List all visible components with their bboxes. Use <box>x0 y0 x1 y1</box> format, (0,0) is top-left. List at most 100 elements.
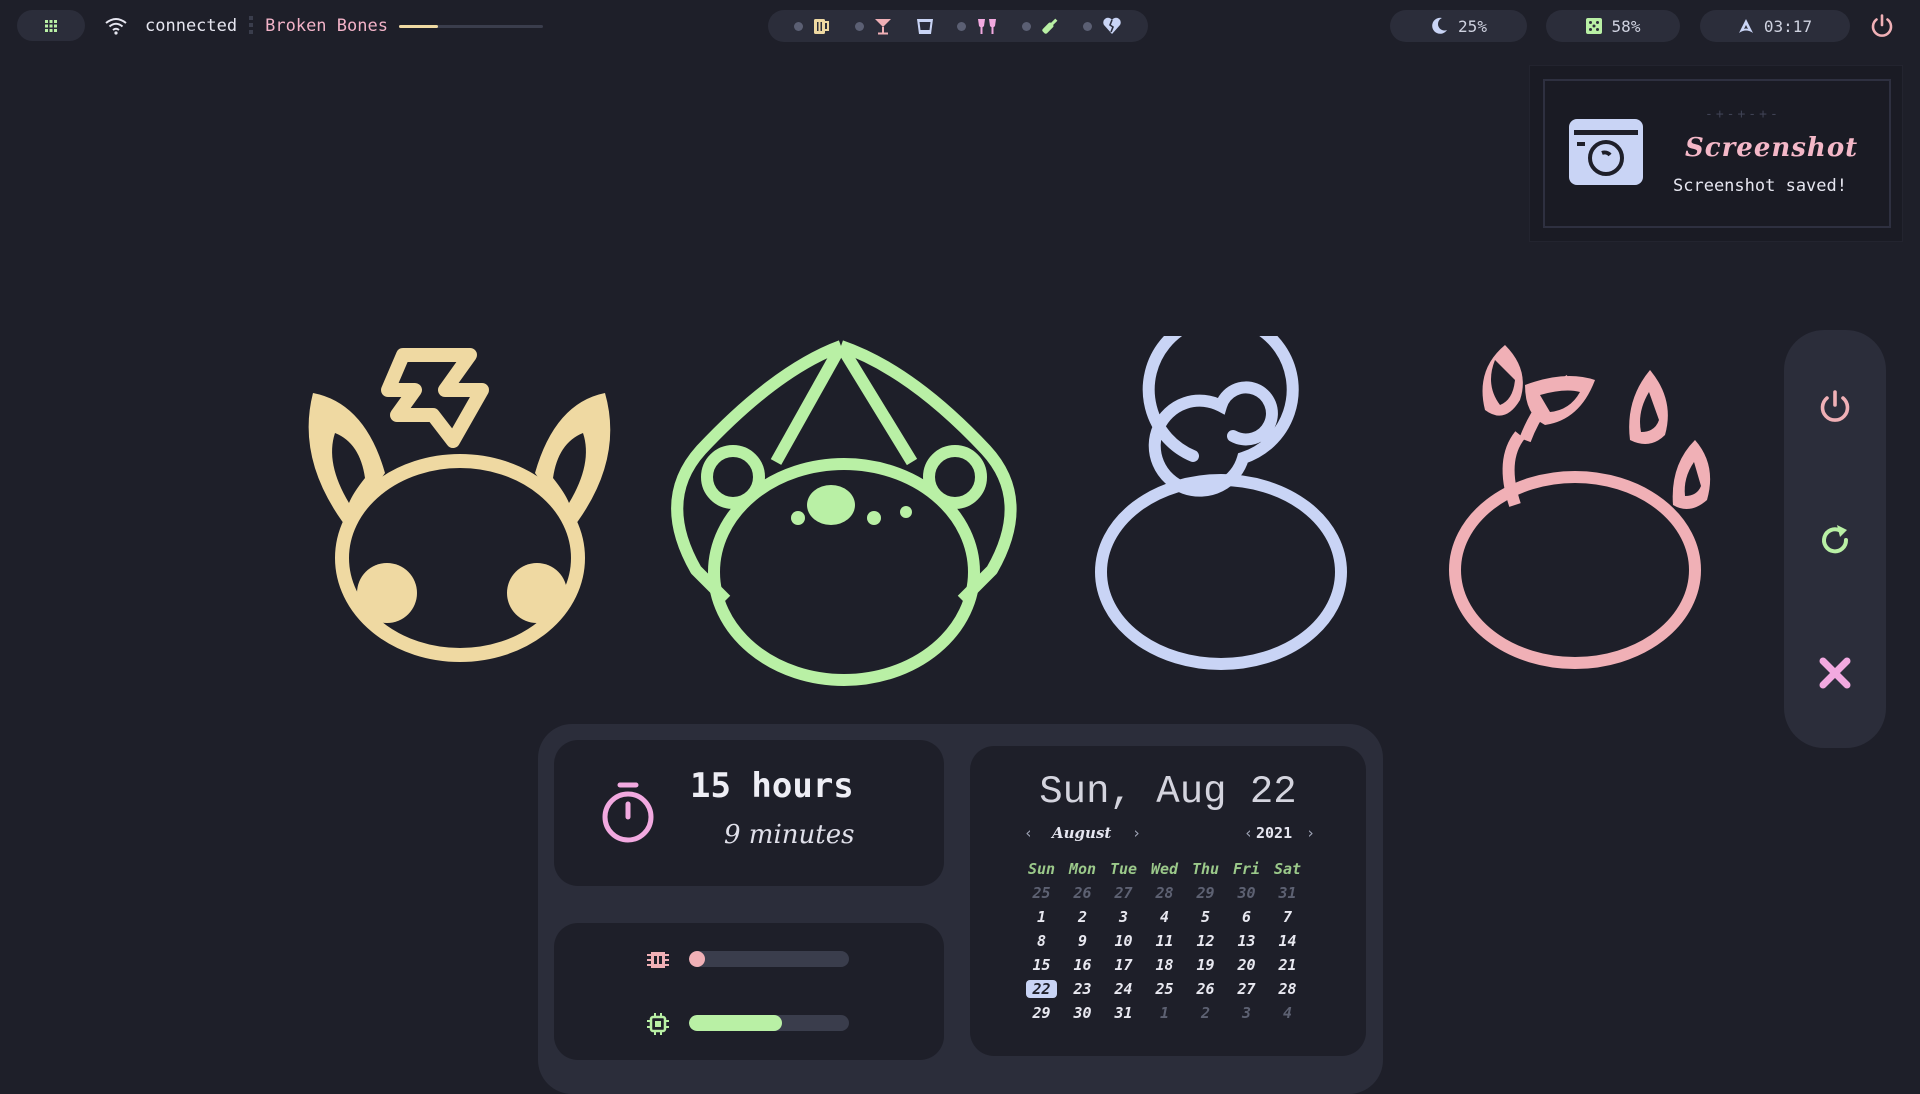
calendar-day[interactable]: 10 <box>1103 929 1144 953</box>
now-playing-title[interactable]: Broken Bones <box>265 16 388 36</box>
calendar-day[interactable]: 21 <box>1267 953 1308 977</box>
prev-year-chevron-icon[interactable]: ‹ <box>1244 824 1253 842</box>
uptime-minutes: 9 minutes <box>724 820 855 850</box>
calendar-day[interactable]: 2 <box>1062 905 1103 929</box>
calendar-day[interactable]: 27 <box>1226 977 1267 1001</box>
calendar-month[interactable]: August <box>1052 824 1111 842</box>
workspace-dot <box>957 21 967 31</box>
calendar-day[interactable]: 31 <box>1267 881 1308 905</box>
calendar-day[interactable]: 4 <box>1267 1001 1308 1025</box>
separator <box>249 16 254 36</box>
calendar-day[interactable]: 26 <box>1062 881 1103 905</box>
weekday-header: Sat <box>1273 860 1302 878</box>
pikachu-outline-icon[interactable] <box>305 343 615 663</box>
workspace-6[interactable] <box>1083 17 1122 35</box>
disk-indicator[interactable]: 58% <box>1546 10 1680 42</box>
calendar-day[interactable]: 7 <box>1267 905 1308 929</box>
stopwatch-icon <box>602 782 654 843</box>
power-icon <box>1871 14 1893 37</box>
calendar-day[interactable]: 4 <box>1144 905 1185 929</box>
workspace-4[interactable] <box>957 17 998 35</box>
workspace-1[interactable] <box>793 17 831 35</box>
next-month-chevron-icon[interactable]: › <box>1132 824 1141 842</box>
calendar-day[interactable]: 13 <box>1226 929 1267 953</box>
calendar-week: 25 26 27 28 29 30 31 <box>1021 881 1308 905</box>
night-light-indicator[interactable]: 25% <box>1390 10 1527 42</box>
calendar-day[interactable]: 28 <box>1267 977 1308 1001</box>
weekday-header: Wed <box>1150 860 1179 878</box>
calendar-day[interactable]: 1 <box>1144 1001 1185 1025</box>
calendar-day[interactable]: 1 <box>1021 905 1062 929</box>
squirtle-outline-icon[interactable] <box>1093 336 1351 672</box>
calendar-day[interactable]: 30 <box>1062 1001 1103 1025</box>
workspace-switcher <box>768 10 1148 42</box>
calendar-day[interactable]: 26 <box>1185 977 1226 1001</box>
bulbasaur-outline-icon[interactable] <box>666 340 1022 690</box>
calendar-day[interactable]: 25 <box>1021 881 1062 905</box>
calendar-week: 8 9 10 11 12 13 14 <box>1021 929 1308 953</box>
night-light-value: 25% <box>1458 16 1487 36</box>
dice-icon <box>1585 18 1602 34</box>
uptime-card: 15 hours 9 minutes <box>554 740 944 886</box>
calendar-day[interactable]: 8 <box>1021 929 1062 953</box>
calendar-day[interactable]: 23 <box>1062 977 1103 1001</box>
weekday-header: Tue <box>1109 860 1138 878</box>
arch-logo-icon <box>1738 19 1753 33</box>
disk-value: 58% <box>1611 16 1641 36</box>
calendar-day[interactable]: 22 <box>1021 977 1062 1001</box>
calendar-day[interactable]: 12 <box>1185 929 1226 953</box>
app-launcher-button[interactable] <box>17 10 85 41</box>
wifi-icon[interactable] <box>105 17 127 35</box>
cpu-usage-bar <box>689 1015 849 1031</box>
wine-bottle-icon <box>1042 18 1058 34</box>
charmander-outline-icon[interactable] <box>1445 340 1731 676</box>
workspace-3[interactable] <box>916 17 934 35</box>
notification-decoration: -+-+-+- <box>1705 107 1781 122</box>
notification-popup[interactable]: -+-+-+- Screenshot Screenshot saved! <box>1530 66 1902 241</box>
calendar-day[interactable]: 5 <box>1185 905 1226 929</box>
calendar-day[interactable]: 31 <box>1103 1001 1144 1025</box>
refresh-icon <box>1822 525 1849 554</box>
calendar-day[interactable]: 11 <box>1144 929 1185 953</box>
calendar-day[interactable]: 2 <box>1185 1001 1226 1025</box>
weekday-header: Mon <box>1068 860 1097 878</box>
calendar-day[interactable]: 3 <box>1103 905 1144 929</box>
calendar-day[interactable]: 19 <box>1185 953 1226 977</box>
song-progress-bar[interactable] <box>398 24 543 28</box>
cancel-button[interactable] <box>1815 653 1855 693</box>
calendar-week: 1234567 <box>1021 905 1308 929</box>
calendar-day[interactable]: 15 <box>1021 953 1062 977</box>
calendar-day[interactable]: 24 <box>1103 977 1144 1001</box>
calendar-day[interactable]: 14 <box>1267 929 1308 953</box>
clock[interactable]: 03:17 <box>1700 10 1850 42</box>
ram-icon <box>647 952 669 968</box>
calendar-day[interactable]: 16 <box>1062 953 1103 977</box>
calendar-day[interactable]: 29 <box>1021 1001 1062 1025</box>
ram-usage-fill <box>689 951 705 967</box>
calendar-day[interactable]: 3 <box>1226 1001 1267 1025</box>
calendar-day[interactable]: 17 <box>1103 953 1144 977</box>
notification-body: Screenshot saved! <box>1673 176 1847 196</box>
calendar-year[interactable]: 2021 <box>1256 824 1292 842</box>
song-progress-fill <box>398 24 438 28</box>
workspace-5[interactable] <box>1022 17 1059 35</box>
calendar-day[interactable]: 30 <box>1226 881 1267 905</box>
calendar-date-label: Sun, Aug 22 <box>1039 770 1297 814</box>
calendar-day[interactable]: 27 <box>1103 881 1144 905</box>
next-year-chevron-icon[interactable]: › <box>1306 824 1315 842</box>
calendar-day[interactable]: 29 <box>1185 881 1226 905</box>
reboot-button[interactable] <box>1815 520 1855 560</box>
power-menu-button[interactable] <box>1868 12 1896 40</box>
ram-usage-bar <box>689 951 849 967</box>
prev-month-chevron-icon[interactable]: ‹ <box>1024 824 1033 842</box>
calendar-day[interactable]: 20 <box>1226 953 1267 977</box>
calendar-day[interactable]: 28 <box>1144 881 1185 905</box>
calendar-day[interactable]: 25 <box>1144 977 1185 1001</box>
calendar-day[interactable]: 18 <box>1144 953 1185 977</box>
calendar-day[interactable]: 6 <box>1226 905 1267 929</box>
workspace-2[interactable] <box>854 17 892 35</box>
shutdown-button[interactable] <box>1815 387 1855 427</box>
power-icon <box>1820 390 1850 422</box>
tumbler-glass-icon <box>916 19 933 34</box>
calendar-day[interactable]: 9 <box>1062 929 1103 953</box>
